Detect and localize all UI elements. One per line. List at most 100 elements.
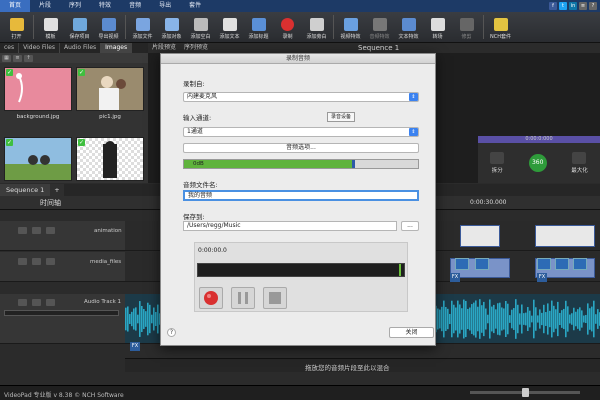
maximize-button[interactable]: 最大化 <box>571 152 588 174</box>
add-blank-icon <box>193 18 208 31</box>
toolbar-label: 添加空白 <box>190 34 211 40</box>
list-view-icon[interactable]: ≡ <box>13 54 22 62</box>
save-icon <box>72 18 87 31</box>
split-button[interactable]: 拆分 <box>490 152 505 174</box>
track-lock-icon[interactable] <box>46 227 55 234</box>
video-effects-button[interactable]: 视频特效 <box>336 12 365 42</box>
tab-sequence-preview[interactable]: 序列预览 <box>180 43 212 53</box>
record-audio-dialog: 录制音频 录制自: 内建麦克风 ⇕ 录音设备 输入通道: 1通道 ⇕ 音频选项.… <box>160 53 436 346</box>
facebook-icon[interactable]: f <box>549 2 557 10</box>
browse-button[interactable]: ... <box>401 221 419 231</box>
help-button[interactable]: ? <box>167 328 176 337</box>
timeline-clip[interactable] <box>535 225 595 247</box>
transition-icon[interactable] <box>475 258 489 270</box>
folder-button[interactable]: 打开 <box>2 12 31 42</box>
stop-button[interactable] <box>263 287 287 309</box>
tab-sequence-1[interactable]: Sequence 1 <box>0 184 51 196</box>
input-level-meter: 0dB <box>183 159 419 169</box>
selected-check-icon: ✓ <box>6 69 13 76</box>
menu-export[interactable]: 导出 <box>150 0 180 12</box>
transition-button[interactable]: 转场 <box>423 12 452 42</box>
export-video-button[interactable]: 导出视频 <box>94 12 123 42</box>
thumbnail-label: pic1.jpg <box>99 114 121 120</box>
thumbnail-image-4[interactable]: ✓ <box>76 137 144 181</box>
record-button[interactable] <box>199 287 223 309</box>
audio-drop-zone[interactable]: 拖放您的音频片段至此以混合 <box>125 358 600 372</box>
transition-icon[interactable] <box>455 258 469 270</box>
track-visible-icon[interactable] <box>18 227 27 234</box>
add-sequence-icon[interactable]: + <box>50 184 64 196</box>
transition-icon[interactable] <box>555 258 569 270</box>
bin-tab-video-files[interactable]: Video Files <box>19 43 61 53</box>
menu-effects[interactable]: 特效 <box>90 0 120 12</box>
menu-suite[interactable]: 套件 <box>180 0 210 12</box>
menu-sequence[interactable]: 序列 <box>60 0 90 12</box>
nch-suite-button[interactable]: NCH套件 <box>486 12 515 42</box>
track-people-icon[interactable] <box>32 227 41 234</box>
menu-audio[interactable]: 音频 <box>120 0 150 12</box>
thumbnail-pic1[interactable]: ✓ <box>76 67 144 111</box>
track-solo-icon[interactable] <box>32 299 41 306</box>
text-effects-button[interactable]: 文本特效 <box>394 12 423 42</box>
timeline-clip[interactable] <box>460 225 500 247</box>
narration-icon <box>309 18 324 31</box>
track-header-animation[interactable]: animation <box>0 221 125 251</box>
thumbnail-image-3[interactable]: ✓ <box>4 137 72 181</box>
add-title-icon <box>251 18 266 31</box>
fx-icon[interactable]: FX <box>130 342 140 351</box>
selected-check-icon: ✓ <box>78 139 85 146</box>
linkedin-icon[interactable]: in <box>569 2 577 10</box>
template-button[interactable]: 模板 <box>36 12 65 42</box>
up-icon[interactable]: ↑ <box>24 54 33 62</box>
fx-icon[interactable]: FX <box>537 273 547 282</box>
thumbnail-background[interactable]: ✓ <box>4 67 72 111</box>
volume-slider[interactable] <box>4 310 119 316</box>
zoom-slider-handle[interactable] <box>522 388 529 397</box>
transition-icon[interactable] <box>537 258 551 270</box>
fx-icon[interactable]: FX <box>450 273 460 282</box>
export-video-icon <box>101 18 116 31</box>
track-mute-icon[interactable] <box>18 299 27 306</box>
add-title-button[interactable]: 添加标题 <box>244 12 273 42</box>
save-button[interactable]: 保存项目 <box>65 12 94 42</box>
menu-clip[interactable]: 片段 <box>30 0 60 12</box>
close-button[interactable]: 关闭 <box>389 327 434 338</box>
menu-icon[interactable]: ≡ <box>579 2 587 10</box>
track-people-icon[interactable] <box>32 258 41 265</box>
add-file-button[interactable]: 添加文件 <box>128 12 157 42</box>
bin-tab-sequences[interactable]: ces <box>0 43 20 53</box>
tooltip: 录音设备 <box>327 112 355 122</box>
track-header-audio[interactable]: Audio Track 1 <box>0 294 125 344</box>
track-visible-icon[interactable] <box>18 258 27 265</box>
narration-button[interactable]: 添加旁白 <box>302 12 331 42</box>
filename-input[interactable]: 我的音频 <box>183 190 419 201</box>
bin-tab-images[interactable]: Images <box>101 43 133 53</box>
transition-icon[interactable] <box>573 258 587 270</box>
pause-button[interactable] <box>231 287 255 309</box>
bin-tab-audio-files[interactable]: Audio Files <box>60 43 102 53</box>
track-lock-icon[interactable] <box>46 258 55 265</box>
twitter-icon[interactable]: t <box>559 2 567 10</box>
menu-home[interactable]: 首页 <box>0 0 31 12</box>
track-lock-icon[interactable] <box>46 299 55 306</box>
drop-hint: 拖放您的音频片段至此以混合 <box>305 364 390 372</box>
time-display: 0:00:0:000 <box>478 136 600 143</box>
audio-options-button[interactable]: 音频选项... <box>183 143 419 153</box>
media-bin: ces Video Files Audio Files Images ▦ ≡ ↑… <box>0 43 148 183</box>
toolbar-label: 转场 <box>432 34 443 40</box>
add-blank-button[interactable]: 添加空白 <box>186 12 215 42</box>
help-icon[interactable]: ? <box>589 2 597 10</box>
record-icon <box>281 18 294 31</box>
input-channel-select[interactable]: 1通道 ⇕ <box>183 127 419 137</box>
add-object-button[interactable]: 添加对象 <box>157 12 186 42</box>
record-button[interactable]: 录制 <box>273 12 302 42</box>
record-from-select[interactable]: 内建麦克风 ⇕ <box>183 92 419 102</box>
360-button[interactable]: 360 <box>528 154 547 172</box>
tab-clip-preview[interactable]: 片段预览 <box>148 43 180 53</box>
audio-effects-button[interactable]: 音频特效 <box>365 12 394 42</box>
grid-view-icon[interactable]: ▦ <box>2 54 11 62</box>
trim-button[interactable]: 修剪 <box>452 12 481 42</box>
save-to-input[interactable]: /Users/regg/Music <box>183 221 397 231</box>
text-button[interactable]: 添加文本 <box>215 12 244 42</box>
track-header-media[interactable]: media_files <box>0 252 125 282</box>
